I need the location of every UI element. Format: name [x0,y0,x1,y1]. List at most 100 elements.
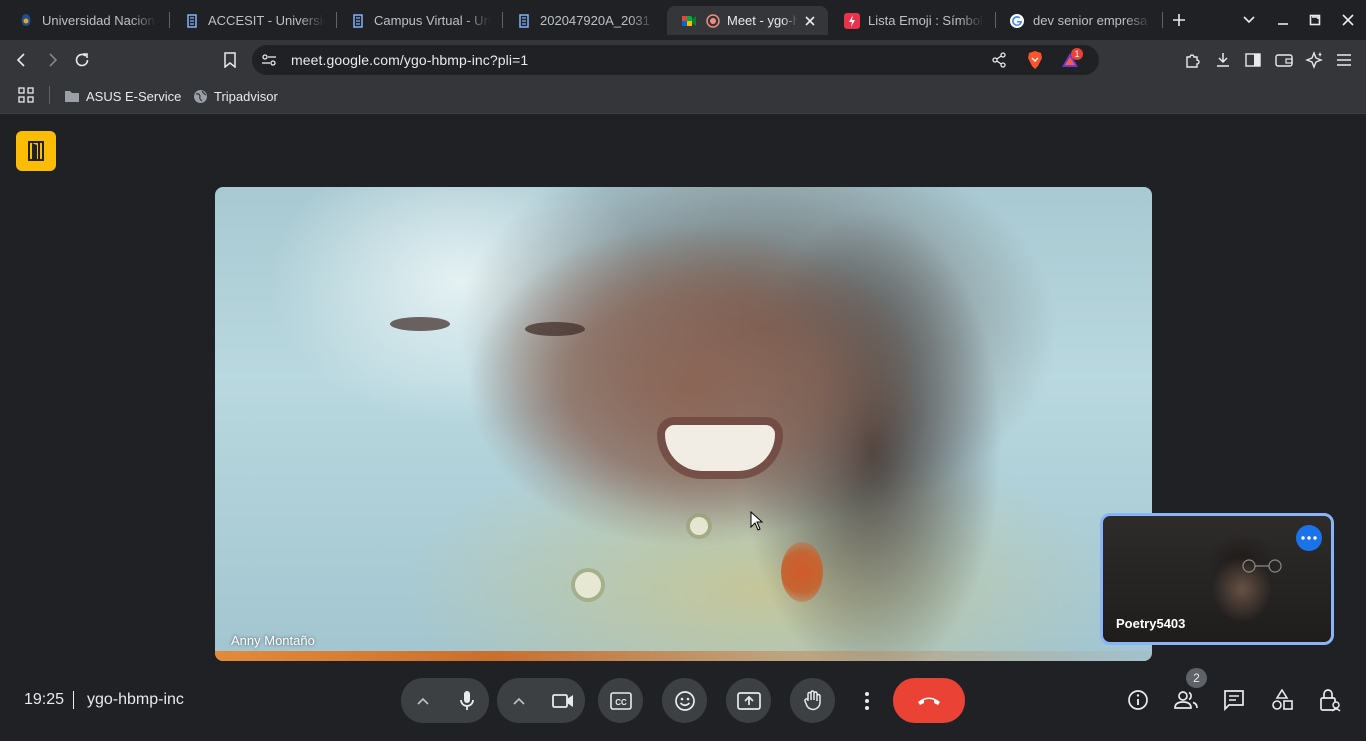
tab-universidad-nacional[interactable]: Universidad Nacional [4,6,166,35]
video-feature [665,425,775,471]
bookmark-icon[interactable] [218,48,242,72]
tab-label: Universidad Nacional [42,13,156,28]
video-feature [1242,559,1282,573]
tab-lista-emoji[interactable]: Lista Emoji : Símbolos [830,6,994,35]
self-participant-name: Poetry5403 [1116,616,1186,631]
folder-icon [64,88,80,104]
video-feature [525,322,585,336]
tab-label: ACCESIT - Universidad [208,13,325,28]
apps-grid-icon[interactable] [14,83,38,107]
new-tab-icon[interactable] [1169,10,1189,30]
video-options-button[interactable] [497,678,541,723]
tab-divider [1162,12,1163,28]
tab-accesit[interactable]: ACCESIT - Universidad [170,6,335,35]
globe-icon [192,88,208,104]
closed-captions-icon: CC [609,691,632,710]
main-participant-video[interactable]: Anny Montaño [215,187,1152,661]
bookmark-label: ASUS E-Service [86,88,182,104]
back-icon[interactable] [10,48,34,72]
end-call-button[interactable] [893,678,965,723]
door-icon [28,141,44,161]
meet-icon [681,13,697,29]
university-icon [184,13,200,29]
video-feature [215,651,1152,661]
video-feature [690,517,708,535]
people-icon [1174,691,1198,709]
reload-icon[interactable] [70,48,94,72]
leo-ai-icon[interactable] [1302,48,1326,72]
svg-text:CC: CC [615,698,627,707]
more-options-button[interactable] [854,678,880,723]
present-to-all-icon [736,691,761,710]
minimize-icon[interactable] [1273,10,1293,30]
maximize-icon[interactable] [1305,10,1325,30]
rewards-badge: 1 [1071,48,1083,60]
video-feature [575,572,601,598]
camera-button[interactable] [541,678,585,723]
video-feature [781,542,823,602]
tab-202047920a[interactable]: 202047920A_2031 [502,6,665,35]
bookmark-asus-eservice[interactable]: ASUS E-Service [64,87,181,105]
tab-search-chevron-icon[interactable] [1239,10,1259,30]
camera-control [497,678,585,723]
emoji-icon [674,690,695,711]
chevron-up-icon [513,697,525,705]
present-screen-button[interactable] [726,678,771,723]
emoji-list-icon [844,12,860,29]
close-window-icon[interactable] [1338,10,1358,30]
tab-label: Meet - ygo-hbmp-inc [727,13,798,28]
chevron-up-icon [417,697,429,705]
raise-hand-button[interactable] [790,678,835,723]
tab-campus-virtual[interactable]: Campus Virtual - Un [336,6,501,35]
microphone-button[interactable] [445,678,489,723]
captions-button[interactable]: CC [598,678,643,723]
google-icon [1009,13,1025,29]
url-text[interactable]: meet.google.com/ygo-hbmp-inc?pli=1 [291,52,528,68]
university-icon [18,13,34,29]
lock-person-icon [1320,689,1341,712]
activities-shapes-icon [1272,689,1293,710]
main-participant-name: Anny Montaño [231,633,315,648]
meeting-code: ygo-hbmp-inc [87,691,184,708]
tab-label: Campus Virtual - Un [374,13,491,28]
recording-icon [705,13,721,29]
host-controls-button[interactable] [1318,688,1342,712]
menu-icon[interactable] [1332,48,1356,72]
meeting-details-button[interactable] [1126,688,1150,712]
close-tab-icon[interactable] [802,13,818,29]
activities-button[interactable] [1270,688,1294,712]
mouse-cursor-icon [750,511,764,531]
bookmark-tripadvisor[interactable]: Tripadvisor [192,87,278,105]
brave-shields-icon[interactable] [1023,48,1047,72]
more-horizontal-icon [1301,536,1317,540]
call-end-icon [918,697,940,705]
tab-strip: Universidad Nacional ACCESIT - Universid… [0,0,1366,40]
microphone-control [401,678,489,723]
tab-meet[interactable]: Meet - ygo-hbmp-inc [667,6,828,35]
extensions-icon[interactable] [1181,48,1205,72]
site-settings-icon[interactable] [257,48,281,72]
sidebar-icon[interactable] [1241,48,1265,72]
forward-icon[interactable] [40,48,64,72]
reactions-button[interactable] [662,678,707,723]
bookmark-label: Tripadvisor [214,88,278,104]
audio-options-button[interactable] [401,678,445,723]
more-vertical-icon [865,691,869,710]
meeting-time: 19:25 [24,691,65,708]
people-button[interactable] [1174,688,1198,712]
chat-button[interactable] [1222,688,1246,712]
video-feature [390,317,450,331]
share-icon[interactable] [987,48,1011,72]
university-icon [516,13,532,29]
chat-icon [1224,690,1244,711]
tab-label: 202047920A_2031 [540,13,650,28]
leave-door-button[interactable] [16,131,56,171]
self-view-more-button[interactable] [1296,525,1322,551]
tab-label: dev senior empresa [1033,13,1148,28]
wallet-icon[interactable] [1272,48,1296,72]
raise-hand-icon [803,689,821,710]
tab-label: Lista Emoji : Símbolos [868,13,984,28]
download-icon[interactable] [1211,48,1235,72]
bookmarks-divider [49,86,50,104]
tab-dev-senior[interactable]: dev senior empresa [995,6,1161,35]
